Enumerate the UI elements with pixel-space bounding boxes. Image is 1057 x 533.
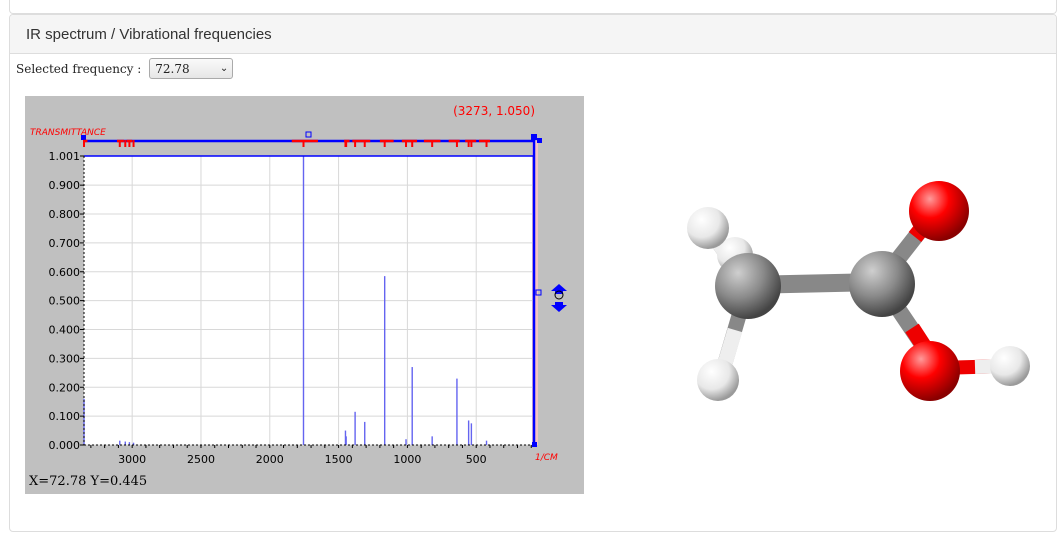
frequency-select-value: 72.78 bbox=[155, 61, 190, 76]
carbon-atom bbox=[849, 251, 915, 317]
y-axis-title: TRANSMITTANCE bbox=[30, 128, 106, 138]
coord-label: (3273, 1.050) bbox=[453, 104, 535, 118]
x-tick-label: 2500 bbox=[187, 453, 215, 466]
hydrogen-atom bbox=[990, 346, 1030, 386]
y-tick-label: 0.000 bbox=[49, 439, 81, 452]
y-tick-label: 0.700 bbox=[49, 237, 81, 250]
oxygen-atom bbox=[900, 341, 960, 401]
hydrogen-atom bbox=[687, 207, 729, 249]
x-tick-label: 1000 bbox=[393, 453, 421, 466]
range-handle bbox=[532, 442, 537, 447]
range-handle bbox=[531, 134, 537, 140]
x-axis-unit: 1/CM bbox=[535, 453, 558, 463]
panel-title: IR spectrum / Vibrational frequencies bbox=[10, 15, 1056, 54]
y-tick-label: 1.001 bbox=[49, 150, 81, 163]
previous-panel-edge bbox=[9, 0, 1057, 14]
carbon-atom bbox=[715, 253, 781, 319]
x-tick-label: 500 bbox=[466, 453, 487, 466]
y-tick-label: 0.500 bbox=[49, 295, 81, 308]
oxygen-atom bbox=[909, 181, 969, 241]
chevron-down-icon: ⌄ bbox=[219, 63, 229, 74]
zoom-control[interactable] bbox=[551, 284, 567, 312]
x-tick-label: 1500 bbox=[325, 453, 353, 466]
ir-spectrum-viewer[interactable]: (3273, 1.050) TRANSMITTANCE 1/CM 3000 250… bbox=[25, 96, 584, 494]
y-tick-label: 0.400 bbox=[49, 324, 81, 337]
range-handle bbox=[81, 135, 86, 140]
spectrum-chart[interactable]: (3273, 1.050) TRANSMITTANCE 1/CM 3000 250… bbox=[25, 96, 584, 494]
molecule-viewer[interactable] bbox=[680, 170, 1040, 425]
y-tick-label: 0.800 bbox=[49, 208, 81, 221]
cursor-readout: X=72.78 Y=0.445 bbox=[29, 474, 148, 489]
zoom-down-icon[interactable] bbox=[551, 302, 567, 312]
y-tick-label: 0.900 bbox=[49, 179, 81, 192]
peak-handle bbox=[305, 131, 312, 138]
frequency-selector-label: Selected frequency : bbox=[16, 61, 142, 76]
frequency-select[interactable]: 72.78 ⌄ bbox=[149, 58, 234, 79]
y-tick-label: 0.200 bbox=[49, 381, 81, 394]
hydrogen-atom bbox=[697, 359, 739, 401]
x-tick-label: 3000 bbox=[118, 453, 146, 466]
range-handle bbox=[537, 138, 542, 143]
y-tick-label: 0.100 bbox=[49, 410, 81, 423]
y-tick-label: 0.600 bbox=[49, 266, 81, 279]
frequency-selector-row: Selected frequency : 72.78 ⌄ bbox=[16, 58, 234, 79]
y-tick-label: 0.300 bbox=[49, 352, 81, 365]
zoom-up-icon[interactable] bbox=[551, 284, 567, 294]
x-tick-label: 2000 bbox=[256, 453, 284, 466]
